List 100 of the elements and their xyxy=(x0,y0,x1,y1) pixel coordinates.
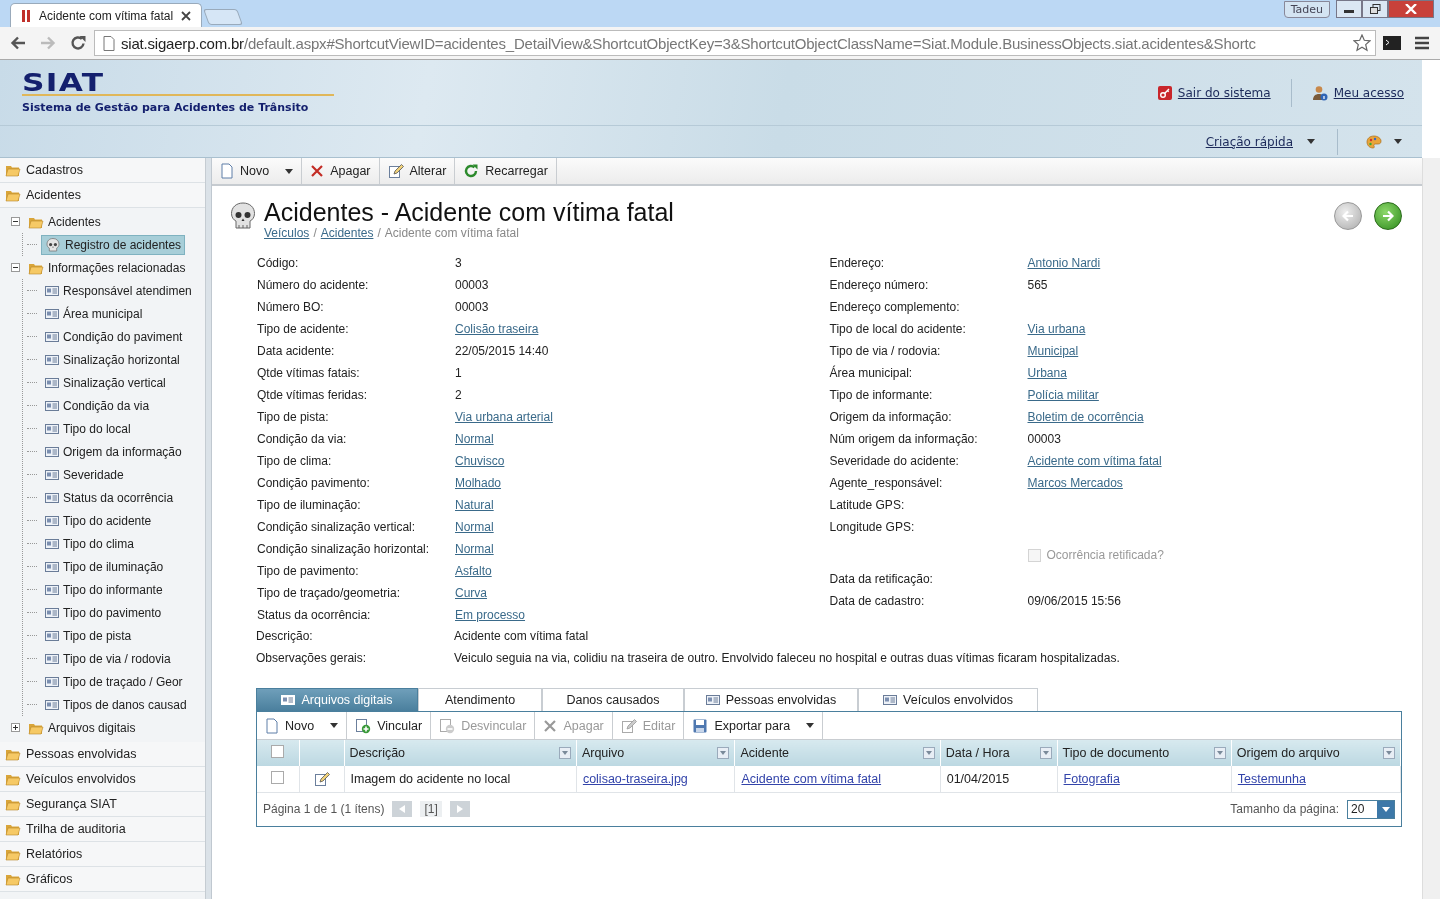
toolbar-button[interactable]: Recarregar xyxy=(455,158,557,184)
cell-link[interactable]: Fotografia xyxy=(1063,771,1120,786)
field-link[interactable]: Normal xyxy=(455,542,494,556)
nav-group[interactable]: Pessoas envolvidas xyxy=(0,742,205,767)
toolbar-button[interactable]: Novo xyxy=(257,712,348,739)
field-link[interactable]: Normal xyxy=(455,520,494,534)
quick-create-link[interactable]: Criação rápida xyxy=(1205,134,1293,149)
field-link[interactable]: Boletim de ocorrência xyxy=(1027,410,1144,424)
field-link[interactable]: Natural xyxy=(455,498,494,512)
checkbox[interactable] xyxy=(271,770,285,784)
tree-item[interactable]: Arquivos digitais xyxy=(24,718,140,737)
field-link[interactable]: Municipal xyxy=(1027,344,1079,358)
filter-icon[interactable] xyxy=(922,747,935,759)
tree-item[interactable]: Tipo do clima xyxy=(41,534,138,553)
tree-item[interactable]: Tipos de danos causad xyxy=(41,695,191,714)
filter-icon[interactable] xyxy=(1383,747,1395,759)
tree-item[interactable]: Responsável atendimen xyxy=(41,281,196,300)
field-link[interactable]: Polícia militar xyxy=(1027,388,1099,402)
cell-link[interactable]: Acidente com vítima fatal xyxy=(741,771,882,786)
field-link[interactable]: Acidente com vítima fatal xyxy=(1027,454,1162,468)
tree-item[interactable]: Tipo de via / rodovia xyxy=(41,649,175,668)
scrollbar[interactable] xyxy=(1422,158,1440,899)
address-field[interactable]: siat.sigaerp.com.br/default.aspx#ShortcutViewID=acidentes_DetailView&ShortcutObjectKey=3&ShortcutObjectClassName=Siat.Module.BusinessObjects.siat.acidentes&Shortc xyxy=(94,30,1376,56)
nav-group[interactable]: Relatórios xyxy=(0,842,205,867)
tab[interactable]: Arquivos digitais xyxy=(256,688,418,711)
field-link[interactable]: Normal xyxy=(455,432,494,446)
breadcrumb-link[interactable]: Acidentes xyxy=(320,226,374,240)
tree-item[interactable]: Origem da informação xyxy=(41,442,186,461)
field-link[interactable]: Molhado xyxy=(455,476,502,490)
close-button[interactable] xyxy=(1388,0,1434,18)
header-link[interactable]: Meu acesso xyxy=(1333,85,1404,100)
tree-item[interactable]: Tipo de iluminação xyxy=(41,557,168,576)
collapse-icon[interactable] xyxy=(11,217,20,226)
cell-link[interactable]: colisao-traseira.jpg xyxy=(582,771,688,786)
tree-item[interactable]: Tipo do informante xyxy=(41,580,167,599)
tree-item[interactable]: Informações relacionadas xyxy=(24,258,190,277)
field-link[interactable]: Marcos Mercados xyxy=(1027,476,1123,490)
field-link[interactable]: Antonio Nardi xyxy=(1027,256,1101,270)
filter-icon[interactable] xyxy=(558,747,571,759)
tree-item[interactable]: Tipo do pavimento xyxy=(41,603,166,622)
next-button[interactable] xyxy=(1374,202,1402,230)
page-size-dropdown[interactable]: 20 xyxy=(1347,799,1395,819)
tree-item[interactable]: Condição do paviment xyxy=(41,327,187,346)
checkbox[interactable] xyxy=(271,745,285,758)
collapse-icon[interactable] xyxy=(11,263,20,272)
splitter-handle[interactable] xyxy=(206,158,212,899)
restore-button[interactable] xyxy=(1362,0,1388,18)
tree-item[interactable]: Status da ocorrência xyxy=(41,488,178,507)
field-link[interactable]: Urbana xyxy=(1027,366,1067,380)
field-link[interactable]: Via urbana xyxy=(1027,322,1086,336)
minimize-button[interactable] xyxy=(1336,0,1362,18)
nav-group[interactable]: Veículos envolvidos xyxy=(0,767,205,792)
page-number[interactable]: [1] xyxy=(420,801,442,817)
column-header[interactable]: Acidente xyxy=(734,740,941,766)
toolbar-button[interactable]: Apagar xyxy=(302,158,380,184)
column-header[interactable]: Descrição xyxy=(344,740,577,766)
browser-tab[interactable]: Acidente com vítima fatal xyxy=(10,3,203,27)
filter-icon[interactable] xyxy=(717,747,730,759)
field-link[interactable]: Asfalto xyxy=(455,564,492,578)
field-link[interactable]: Chuvisco xyxy=(455,454,505,468)
column-header[interactable]: Arquivo xyxy=(576,740,735,766)
nav-group[interactable]: Gráficos xyxy=(0,867,205,892)
new-tab-button[interactable] xyxy=(203,9,243,25)
tree-item[interactable]: Severidade xyxy=(41,465,128,484)
toolbar-button[interactable]: Novo xyxy=(212,158,303,184)
tree-item[interactable]: Tipo de traçado / Geor xyxy=(41,672,187,691)
tree-item[interactable]: Tipo do acidente xyxy=(41,511,156,530)
tree-item[interactable]: Condição da via xyxy=(41,396,154,415)
nav-group[interactable]: Cadastros xyxy=(0,158,205,183)
cell-link[interactable]: Testemunha xyxy=(1237,771,1306,786)
column-header[interactable]: Data / Hora xyxy=(940,740,1058,766)
toolbar-button[interactable]: Alterar xyxy=(379,158,456,184)
tree-item[interactable]: Tipo de pista xyxy=(41,626,136,645)
filter-icon[interactable] xyxy=(1039,747,1052,759)
breadcrumb-link[interactable]: Veículos xyxy=(264,226,310,240)
field-link[interactable]: Via urbana arterial xyxy=(455,410,553,424)
field-link[interactable]: Em processo xyxy=(455,608,526,622)
tab[interactable]: Pessoas envolvidas xyxy=(684,688,858,711)
previous-button[interactable] xyxy=(1334,202,1362,230)
tree-item[interactable]: Sinalização vertical xyxy=(41,373,170,392)
tree-item[interactable]: Área municipal xyxy=(41,304,147,323)
column-header[interactable]: Tipo de documento xyxy=(1057,740,1232,766)
tree-item[interactable]: Tipo do local xyxy=(41,419,135,438)
tab[interactable]: Veículos envolvidos xyxy=(858,688,1038,711)
column-header[interactable]: Origem do arquivo xyxy=(1231,740,1401,766)
toolbar-button[interactable]: Exportar para xyxy=(684,712,824,739)
edit-icon[interactable] xyxy=(313,770,330,787)
nav-group[interactable]: Segurança SIAT xyxy=(0,792,205,817)
tab[interactable]: Danos causados xyxy=(542,688,684,711)
expand-icon[interactable] xyxy=(11,723,20,732)
tree-item[interactable]: Sinalização horizontal xyxy=(41,350,184,369)
field-link[interactable]: Colisão traseira xyxy=(455,322,539,336)
filter-icon[interactable] xyxy=(1213,747,1226,759)
tree-item[interactable]: Registro de acidentes xyxy=(41,234,186,255)
profile-button[interactable]: Tadeu xyxy=(1283,1,1330,18)
tree-item[interactable]: Acidentes xyxy=(24,212,105,231)
field-link[interactable]: Curva xyxy=(455,586,487,600)
nav-group[interactable]: Acidentes xyxy=(0,183,205,208)
header-link[interactable]: Sair do sistema xyxy=(1177,85,1271,100)
toolbar-button[interactable]: Vincular xyxy=(347,712,432,739)
